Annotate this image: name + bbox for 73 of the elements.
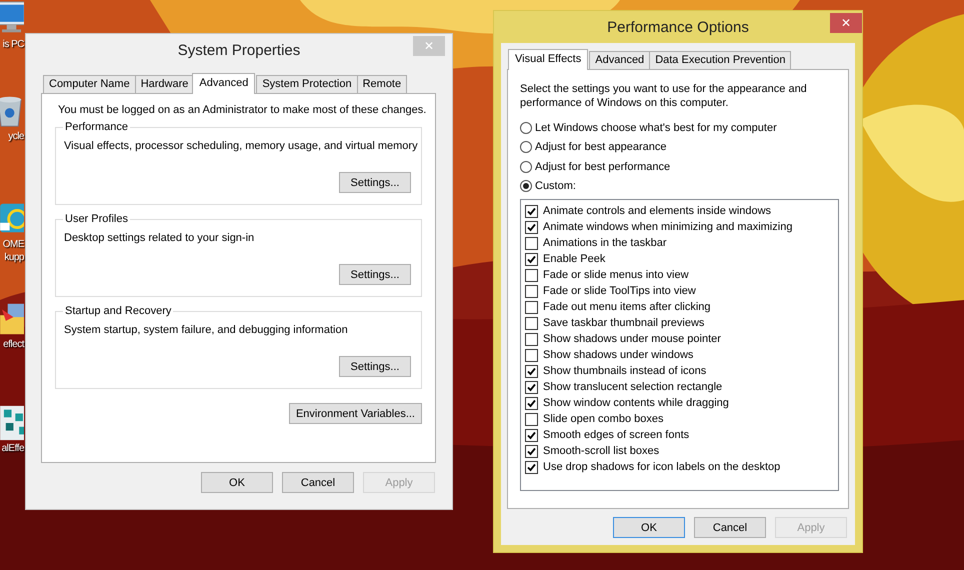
checkbox-label: Show window contents while dragging: [543, 397, 729, 409]
checkbox[interactable]: [525, 204, 538, 218]
checkbox[interactable]: [525, 316, 538, 330]
checkbox[interactable]: [525, 220, 538, 234]
dialog-button[interactable]: Cancel: [694, 517, 766, 538]
radio-button[interactable]: [520, 141, 532, 154]
checkbox-label: Use drop shadows for icon labels on the desktop: [543, 461, 780, 473]
group-title: Startup and Recovery: [63, 305, 174, 318]
icon-label: kupp: [4, 251, 24, 264]
checkbox-label: Enable Peek: [543, 253, 606, 265]
checkbox[interactable]: [525, 268, 538, 282]
checkbox-label: Animate controls and elements inside windows: [543, 205, 772, 217]
checkbox-label: Show shadows under mouse pointer: [543, 333, 721, 345]
checkbox[interactable]: [525, 412, 538, 426]
checkbox-label: Smooth-scroll list boxes: [543, 445, 660, 457]
checkbox[interactable]: [525, 428, 538, 442]
tab[interactable]: Remote: [356, 75, 408, 93]
environment-variables-button[interactable]: Environment Variables...: [288, 403, 422, 424]
tab[interactable]: Hardware: [134, 75, 194, 93]
icon-label: is PC: [2, 38, 24, 51]
radio-label: Adjust for best appearance: [535, 141, 666, 154]
cubes-icon[interactable]: [0, 404, 24, 442]
settings-button[interactable]: Settings...: [339, 172, 411, 193]
radio-button[interactable]: [520, 122, 532, 134]
icon-label: ycle: [8, 130, 24, 143]
tab[interactable]: Computer Name: [43, 75, 136, 93]
radio-label: Custom:: [535, 180, 576, 192]
checkbox[interactable]: [525, 444, 538, 458]
radio-label: Let Windows choose what's best for my computer: [535, 122, 777, 134]
icon-label: alEffe: [2, 442, 24, 455]
icon-label: eflect: [3, 338, 24, 351]
checkbox-label: Animations in the taskbar: [543, 237, 667, 249]
checkbox-label: Show shadows under windows: [543, 349, 694, 361]
checkbox-label: Show thumbnails instead of icons: [543, 365, 706, 377]
checkbox-label: Show translucent selection rectangle: [543, 381, 722, 393]
checkbox-label: Fade out menu items after clicking: [543, 301, 711, 313]
checkbox-label: Slide open combo boxes: [543, 413, 664, 425]
checkbox[interactable]: [525, 348, 538, 362]
checkbox[interactable]: [525, 236, 538, 250]
radio-button[interactable]: [520, 160, 532, 173]
tab[interactable]: Data Execution Prevention: [649, 51, 792, 69]
group-description: Desktop settings related to your sign-in: [64, 232, 256, 244]
checkbox[interactable]: [525, 300, 538, 314]
group-description: Visual effects, processor scheduling, memory usage, and virtual memory: [64, 140, 419, 152]
group-description: System startup, system failure, and debugging information: [64, 324, 349, 336]
checkbox-label: Fade or slide ToolTips into view: [543, 285, 696, 297]
checkbox[interactable]: [525, 460, 538, 474]
intro-text: Select the settings you want to use for the appearance and performance of Windows on this computer.: [520, 82, 808, 110]
window-title: Performance Options: [607, 18, 749, 36]
window-title: System Properties: [178, 42, 300, 58]
checkbox[interactable]: [525, 332, 538, 346]
dialog-button[interactable]: OK: [613, 517, 685, 538]
dialog-button[interactable]: Cancel: [282, 472, 354, 493]
checkbox-label: Save taskbar thumbnail previews: [543, 317, 704, 329]
dialog-button[interactable]: OK: [201, 472, 273, 493]
checkbox[interactable]: [525, 284, 538, 298]
icon-label: OME: [2, 238, 24, 251]
checkbox-label: Smooth edges of screen fonts: [543, 429, 690, 441]
checkbox[interactable]: [525, 252, 538, 266]
tab[interactable]: Advanced: [589, 51, 650, 69]
checkbox[interactable]: [525, 396, 538, 410]
tab[interactable]: Visual Effects: [508, 49, 588, 70]
radio-button[interactable]: [520, 180, 532, 192]
radio-label: Adjust for best performance: [535, 160, 670, 173]
checkbox[interactable]: [525, 380, 538, 394]
tab[interactable]: Advanced: [192, 73, 256, 94]
checkbox-label: Animate windows when minimizing and maximizing: [543, 221, 792, 233]
close-button[interactable]: ✕: [830, 13, 862, 33]
tab[interactable]: System Protection: [256, 75, 358, 93]
checkbox[interactable]: [525, 364, 538, 378]
settings-button[interactable]: Settings...: [339, 356, 411, 377]
settings-button[interactable]: Settings...: [339, 264, 411, 285]
checkbox-label: Fade or slide menus into view: [543, 269, 689, 281]
